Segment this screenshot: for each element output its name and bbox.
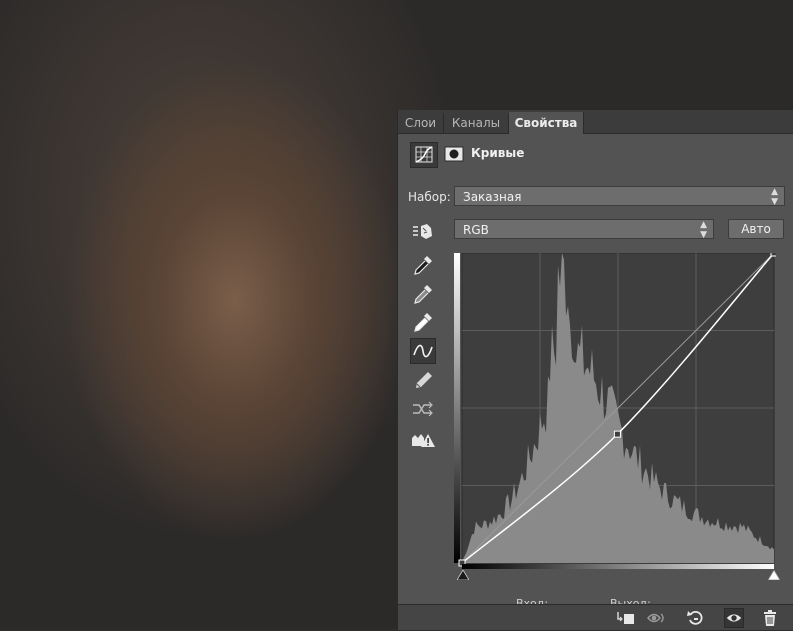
- smooth-curve-icon[interactable]: [410, 396, 436, 422]
- black-point-slider-icon[interactable]: [456, 569, 470, 583]
- properties-panel: Слои Каналы Свойства Кривые Набор: Заказ…: [397, 110, 793, 630]
- channel-value: RGB: [463, 223, 489, 237]
- preset-select[interactable]: Заказная ▲ ▼: [454, 186, 785, 207]
- tab-layers[interactable]: Слои: [398, 113, 444, 133]
- updown-arrows-icon: ▲ ▼: [771, 187, 778, 207]
- output-label: Выход:: [610, 597, 651, 604]
- curve-control-point[interactable]: [770, 253, 776, 257]
- input-gradient-bar: [462, 564, 774, 569]
- tab-properties[interactable]: Свойства: [509, 112, 584, 134]
- gray-point-eyedropper-icon[interactable]: [410, 281, 436, 307]
- black-point-eyedropper-icon[interactable]: [410, 252, 436, 278]
- curves-graph[interactable]: [454, 253, 776, 569]
- reset-icon[interactable]: [686, 608, 706, 628]
- curve-control-point[interactable]: [613, 430, 621, 438]
- view-previous-state-icon[interactable]: [646, 608, 666, 628]
- auto-button[interactable]: Авто: [728, 219, 784, 239]
- preset-value: Заказная: [463, 190, 522, 204]
- white-point-slider-icon[interactable]: [767, 569, 781, 583]
- white-point-eyedropper-icon[interactable]: [410, 309, 436, 335]
- updown-arrows-icon: ▲ ▼: [700, 220, 707, 240]
- target-adjust-icon[interactable]: [410, 218, 436, 244]
- clip-to-layer-icon[interactable]: [616, 608, 636, 628]
- curves-adjustment-icon[interactable]: [410, 142, 438, 168]
- curve-edit-icon[interactable]: [410, 338, 436, 364]
- tab-channels[interactable]: Каналы: [444, 113, 509, 133]
- preset-label: Набор:: [408, 190, 451, 204]
- clipping-warning-icon[interactable]: [410, 426, 436, 452]
- pencil-draw-icon[interactable]: [410, 368, 436, 394]
- panel-tab-bar: Слои Каналы Свойства: [398, 110, 793, 134]
- layer-mask-icon[interactable]: [442, 142, 466, 166]
- output-gradient-bar: [454, 253, 460, 563]
- channel-select[interactable]: RGB ▲ ▼: [454, 219, 714, 240]
- adjustment-title: Кривые: [471, 146, 525, 160]
- visibility-eye-icon[interactable]: [724, 608, 744, 628]
- panel-footer: [398, 604, 793, 630]
- input-label: Вход:: [516, 597, 549, 604]
- delete-trash-icon[interactable]: [760, 608, 780, 628]
